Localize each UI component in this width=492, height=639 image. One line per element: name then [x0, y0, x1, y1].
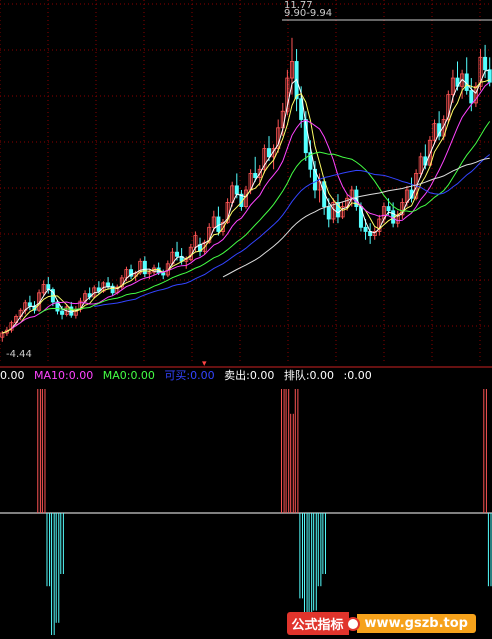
candle-body: [216, 216, 221, 232]
candlestick-series: [0, 37, 492, 342]
candle-body: [483, 56, 488, 71]
candle-body: [27, 302, 32, 307]
candle-body: [60, 310, 65, 315]
candle-body: [175, 251, 180, 257]
candle-body: [234, 185, 239, 195]
candle-body: [386, 206, 391, 212]
candle-body: [326, 206, 331, 220]
watermark: 公式指标 www.gszb.top: [286, 612, 476, 635]
legend-buy: 可买:0.00: [164, 369, 215, 382]
candle-body: [363, 226, 368, 232]
indicator-legend: 0.00 MA10:0.00 MA0:0.00 可买:0.00 卖出:0.00 …: [0, 368, 378, 384]
stock-chart[interactable]: 11.77 9.90-9.94 -4.44 ▾: [0, 0, 492, 639]
legend-ma10: MA10:0.00: [34, 369, 94, 382]
low-price-label: -4.44: [6, 349, 32, 360]
candle-body: [142, 260, 147, 275]
indicator-bars: [37, 389, 492, 635]
candle-body: [253, 173, 258, 178]
watermark-left: 公式指标: [286, 612, 349, 635]
watermark-right: www.gszb.top: [356, 614, 476, 633]
legend-ma0: MA0:0.00: [102, 369, 155, 382]
ma-blue-line: [94, 154, 491, 307]
ma-magenta-line: [11, 81, 491, 330]
watermark-dot-icon: [345, 616, 360, 631]
candle-body: [106, 282, 111, 287]
legend-extra: :0.00: [343, 369, 372, 382]
legend-value: 0.00: [0, 369, 25, 382]
candle-body: [469, 90, 474, 104]
legend-queue: 排队:0.00: [283, 369, 335, 382]
legend-sell: 卖出:0.00: [224, 369, 275, 382]
candle-body: [161, 272, 166, 276]
candle-body: [266, 148, 271, 158]
range-label: 9.90-9.94: [284, 8, 332, 19]
